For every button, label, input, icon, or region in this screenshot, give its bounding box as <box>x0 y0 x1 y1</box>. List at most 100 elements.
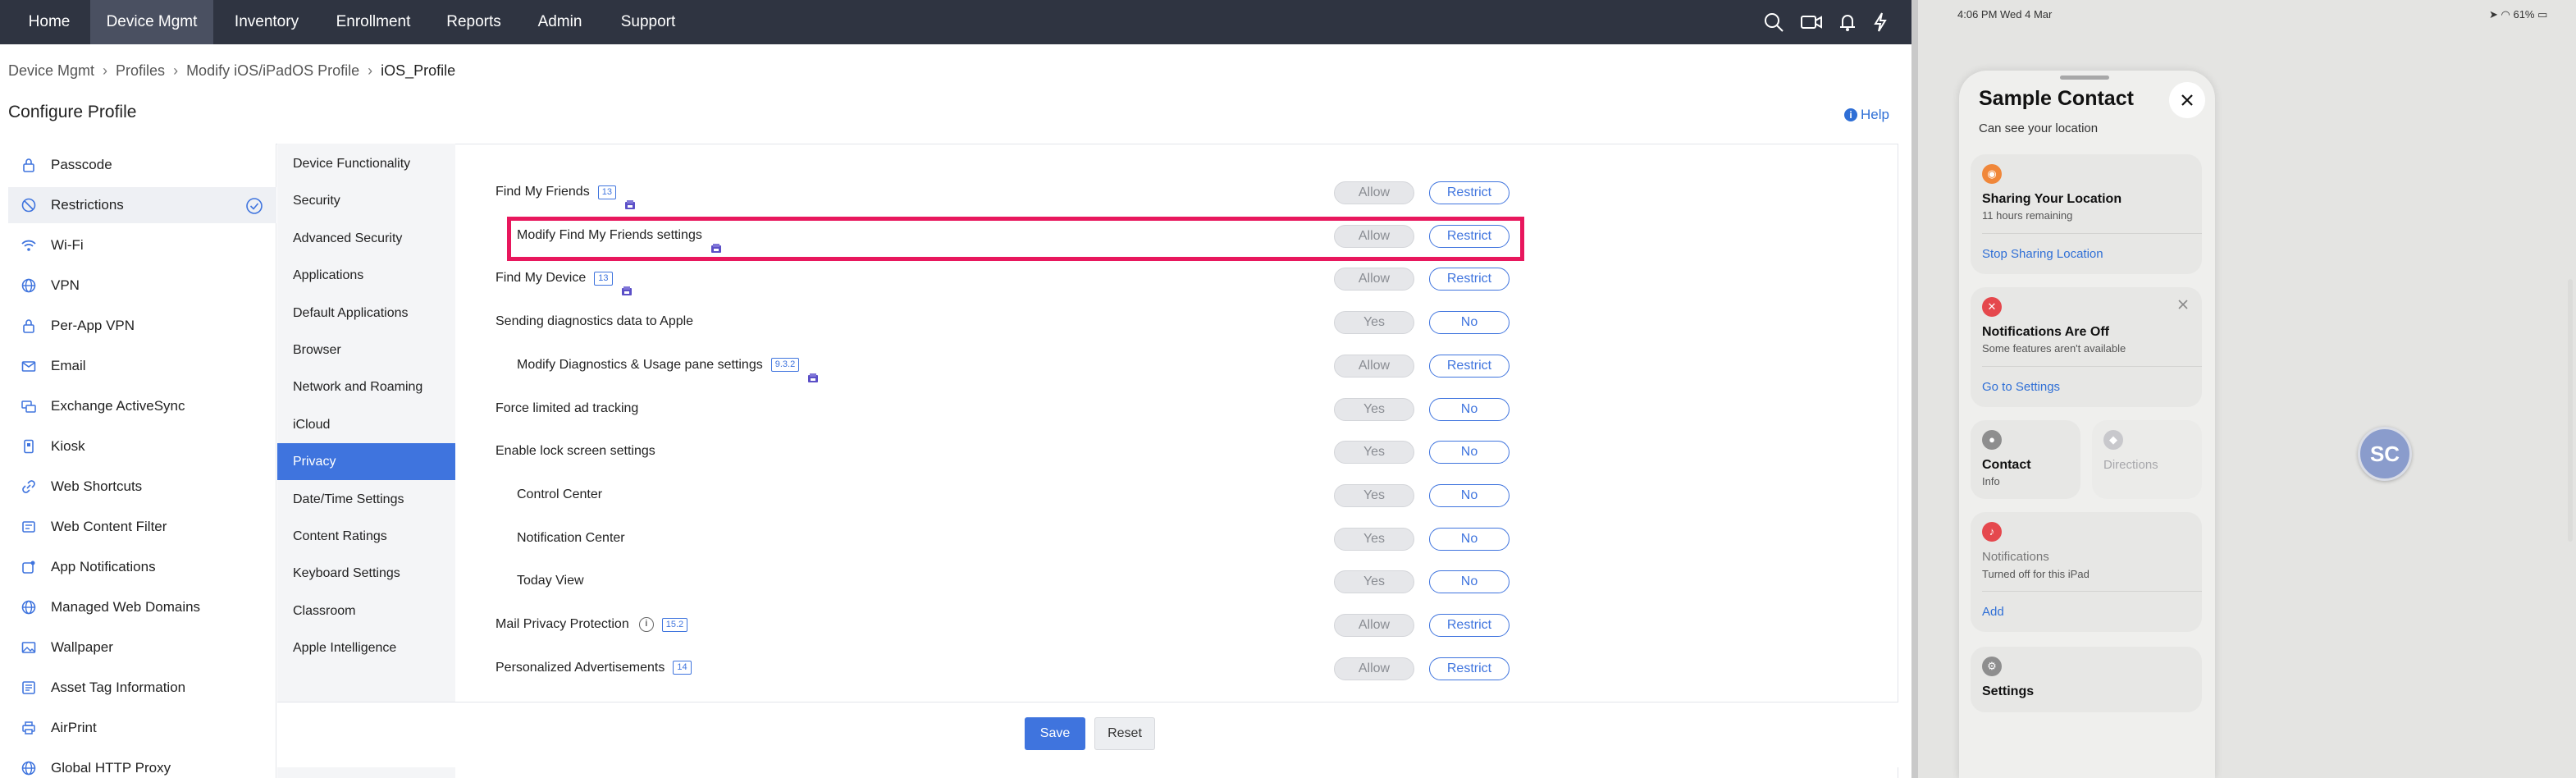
toggle-on-button[interactable]: Restrict <box>1429 657 1510 680</box>
setting-label: Control Center <box>517 487 603 501</box>
payload-label: Wi-Fi <box>51 237 84 253</box>
mail-icon <box>20 357 38 375</box>
subsection-date-time-settings[interactable]: Date/Time Settings <box>277 481 455 518</box>
toggle-on-button[interactable]: No <box>1429 483 1510 507</box>
lightning-icon[interactable] <box>1869 11 1892 34</box>
dismiss-icon[interactable] <box>2177 299 2189 310</box>
payload-item-airprint[interactable]: AirPrint <box>8 710 276 746</box>
sheet-grabber[interactable] <box>2060 76 2109 80</box>
subsection-icloud[interactable]: iCloud <box>277 406 455 443</box>
save-button[interactable]: Save <box>1025 717 1085 750</box>
toggle-on-button[interactable]: No <box>1429 527 1510 551</box>
payload-item-email[interactable]: Email <box>8 348 276 384</box>
bell-icon: ♪ <box>1982 522 2002 542</box>
payload-item-wi-fi[interactable]: Wi-Fi <box>8 227 276 263</box>
setting-row: Control Center Yes No <box>456 474 1898 516</box>
breadcrumb-profiles[interactable]: Profiles <box>116 62 165 80</box>
toggle-off-button[interactable]: Yes <box>1334 311 1414 335</box>
setting-label-group: Sending diagnostics data to Apple <box>496 300 693 343</box>
subsection-security[interactable]: Security <box>277 182 455 219</box>
subsection-apple-intelligence[interactable]: Apple Intelligence <box>277 629 455 666</box>
notifications-title: Notifications <box>1982 550 2049 564</box>
payload-item-global-http-proxy[interactable]: Global HTTP Proxy <box>8 750 276 778</box>
notifications-off-title: Notifications Are Off <box>1982 325 2109 339</box>
payload-item-per-app-vpn[interactable]: Per-App VPN <box>8 308 276 344</box>
toggle-off-button[interactable]: Yes <box>1334 397 1414 421</box>
subsection-keyboard-settings[interactable]: Keyboard Settings <box>277 555 455 592</box>
payload-item-web-shortcuts[interactable]: Web Shortcuts <box>8 469 276 505</box>
filter-icon <box>20 518 38 536</box>
stop-sharing-link[interactable]: Stop Sharing Location <box>1982 247 2103 261</box>
page-title: Configure Profile <box>8 103 137 121</box>
toggle-off-button[interactable]: Allow <box>1334 614 1414 637</box>
notifications-subtitle: Turned off for this iPad <box>1982 568 2090 580</box>
toggle-on-button[interactable]: No <box>1429 441 1510 465</box>
payload-item-kiosk[interactable]: Kiosk <box>8 428 276 465</box>
payload-item-web-content-filter[interactable]: Web Content Filter <box>8 509 276 545</box>
toggle-off-button[interactable]: Yes <box>1334 441 1414 465</box>
payload-item-exchange-activesync[interactable]: Exchange ActiveSync <box>8 388 276 424</box>
toggle-off-button[interactable]: Yes <box>1334 527 1414 551</box>
bell-icon[interactable] <box>1836 11 1859 34</box>
sharing-subtitle: 11 hours remaining <box>1982 209 2073 222</box>
video-icon[interactable] <box>1800 11 1823 34</box>
toggle-on-button[interactable]: No <box>1429 397 1510 421</box>
nav-inventory[interactable]: Inventory <box>222 0 312 44</box>
payload-item-vpn[interactable]: VPN <box>8 268 276 304</box>
breadcrumb-device-mgmt[interactable]: Device Mgmt <box>8 62 94 80</box>
settings-card[interactable] <box>1971 647 2202 712</box>
payload-item-passcode[interactable]: Passcode <box>8 147 276 183</box>
os-version-badge: 9.3.2 <box>770 358 800 373</box>
image-icon <box>20 638 38 657</box>
scrollbar[interactable] <box>2568 279 2573 542</box>
toggle-on-button[interactable]: No <box>1429 570 1510 594</box>
breadcrumb-modify-profile[interactable]: Modify iOS/iPadOS Profile <box>186 62 359 80</box>
toggle-on-button[interactable]: Restrict <box>1429 268 1510 291</box>
divider <box>1982 233 2202 234</box>
close-button[interactable] <box>2169 82 2205 118</box>
subsection-device-functionality[interactable]: Device Functionality <box>277 145 455 182</box>
toggle-off-button[interactable]: Yes <box>1334 483 1414 507</box>
subsection-browser[interactable]: Browser <box>277 332 455 368</box>
search-icon[interactable] <box>1762 11 1785 34</box>
payload-item-asset-tag-information[interactable]: Asset Tag Information <box>8 670 276 706</box>
help-label: Help <box>1861 107 1889 122</box>
setting-label-group: Control Center <box>517 474 602 516</box>
add-notification-link[interactable]: Add <box>1982 605 2004 619</box>
toggle-off-button[interactable]: Allow <box>1334 657 1414 680</box>
toggle-on-button[interactable]: Restrict <box>1429 181 1510 204</box>
toggle-off-button[interactable]: Allow <box>1334 268 1414 291</box>
toggle-on-button[interactable]: Restrict <box>1429 614 1510 637</box>
subsection-classroom[interactable]: Classroom <box>277 593 455 629</box>
toggle-off-button[interactable]: Allow <box>1334 354 1414 378</box>
nav-admin[interactable]: Admin <box>525 0 595 44</box>
help-link[interactable]: i Help <box>1844 107 1889 123</box>
subsection-privacy[interactable]: Privacy <box>277 443 455 481</box>
subsection-network-and-roaming[interactable]: Network and Roaming <box>277 368 455 405</box>
payload-item-app-notifications[interactable]: App Notifications <box>8 549 276 585</box>
nav-enrollment[interactable]: Enrollment <box>320 0 427 44</box>
payload-item-wallpaper[interactable]: Wallpaper <box>8 629 276 666</box>
avatar[interactable]: SC <box>2358 427 2412 481</box>
toggle-on-button[interactable]: No <box>1429 311 1510 335</box>
setting-row: Notification Center Yes No <box>456 517 1898 560</box>
nav-home[interactable]: Home <box>8 0 90 44</box>
toggle-off-button[interactable]: Allow <box>1334 181 1414 204</box>
payload-item-managed-web-domains[interactable]: Managed Web Domains <box>8 589 276 625</box>
info-icon[interactable]: i <box>638 617 654 632</box>
subsection-default-applications[interactable]: Default Applications <box>277 295 455 332</box>
reset-button[interactable]: Reset <box>1094 717 1155 750</box>
supervised-icon <box>624 186 636 209</box>
payload-label: App Notifications <box>51 559 156 574</box>
subsection-applications[interactable]: Applications <box>277 257 455 294</box>
subsection-advanced-security[interactable]: Advanced Security <box>277 220 455 257</box>
nav-device-mgmt[interactable]: Device Mgmt <box>90 0 213 44</box>
toggle-off-button[interactable]: Yes <box>1334 570 1414 594</box>
go-to-settings-link[interactable]: Go to Settings <box>1982 380 2060 394</box>
payload-label: Wallpaper <box>51 639 113 655</box>
payload-item-restrictions[interactable]: Restrictions <box>8 187 276 223</box>
subsection-content-ratings[interactable]: Content Ratings <box>277 518 455 555</box>
toggle-on-button[interactable]: Restrict <box>1429 354 1510 378</box>
nav-support[interactable]: Support <box>607 0 689 44</box>
nav-reports[interactable]: Reports <box>435 0 513 44</box>
